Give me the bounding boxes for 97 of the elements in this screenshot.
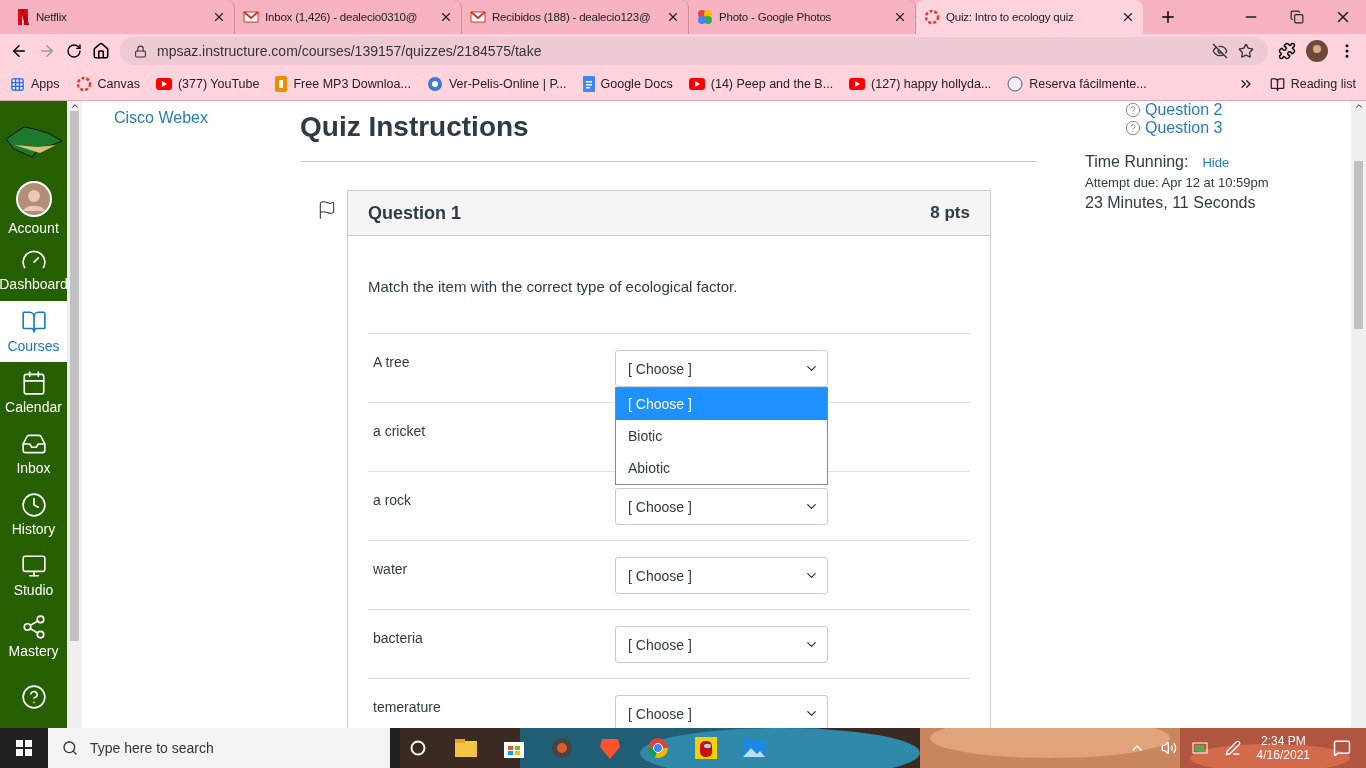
logo-icon [16,9,30,25]
answer-select[interactable]: [ Choose ] [615,350,828,387]
monitor-icon [20,552,47,579]
close-icon[interactable] [1121,10,1135,24]
new-tab-icon[interactable] [1159,8,1177,26]
start-icon[interactable] [16,740,32,756]
browser-icon[interactable] [647,737,669,759]
bookmark[interactable]: Canvas [75,76,140,92]
notifications-icon[interactable] [1333,739,1351,757]
help-icon [20,684,47,711]
match-item: water [372,560,409,579]
avatar-icon [15,181,52,218]
restore-icon[interactable] [1290,10,1304,24]
close-icon[interactable] [666,10,680,24]
match-item: bacteria [372,629,424,648]
match-item: a cricket [372,422,427,441]
bookmark[interactable]: Google Docs [582,76,673,92]
search-icon [62,740,78,756]
due-date: Attempt due: Apr 12 at 10:59pm [1085,175,1270,190]
browser-tab[interactable]: Quiz: Intro to ecology quiz [916,0,1143,34]
nav-item[interactable]: Dashboard [0,239,67,301]
lock-icon [134,44,147,58]
book-icon [20,308,47,335]
play-icon [849,78,866,90]
answer-select[interactable]: [ Choose ] [615,488,828,525]
pen-icon[interactable] [1224,740,1241,756]
ring-icon [924,9,940,25]
bookmark[interactable]: (14) Peep and the B... [688,77,834,91]
question-link[interactable]: Question 2 [1145,101,1223,119]
eye-off-icon[interactable] [1212,43,1228,59]
bookmark[interactable]: Apps [10,76,60,92]
reload-icon[interactable] [66,43,82,59]
bookmark[interactable]: Free MP3 Downloa... [275,76,411,92]
scrollbar-thumb[interactable] [70,111,79,641]
course-link[interactable]: Cisco Webex [114,109,208,126]
ring-icon [75,76,92,92]
folder-icon[interactable] [455,739,477,757]
question-title: Question 1 [368,202,461,224]
answer-select[interactable]: [ Choose ] [615,695,828,728]
nav-item[interactable]: History [0,483,67,545]
volume-icon[interactable] [1160,740,1177,756]
document-icon [582,76,595,92]
square-icon [275,76,288,92]
mail-icon [243,11,259,23]
close-icon[interactable] [893,10,907,24]
timer-label: Time Running: [1085,153,1189,171]
bookmark[interactable]: Reserva fácilmente... [1007,76,1147,92]
battery-icon[interactable] [1191,742,1210,754]
match-item: a rock [372,491,413,510]
scroll-up-icon[interactable] [69,101,80,111]
back-icon[interactable] [10,42,28,60]
avatar-icon[interactable] [1306,40,1328,62]
circle-icon [1007,76,1024,92]
match-item: temerature [372,698,442,717]
question-link[interactable]: Question 3 [1145,119,1223,137]
bookmark[interactable]: Ver-Pelis-Online | P... [426,76,567,92]
nav-item[interactable]: Studio [0,544,67,606]
circle-icon [426,76,443,92]
photos-icon[interactable] [743,739,765,757]
question-status-icon [1125,120,1141,136]
elapsed-time: 23 Minutes, 11 Seconds [1085,194,1257,212]
address-bar[interactable]: mpsaz.instructure.com/courses/139157/quizzes/2184575/take [120,37,1268,65]
disc-icon[interactable] [551,737,573,759]
nav-item[interactable]: Calendar [0,361,67,423]
nav-item[interactable]: Mastery [0,605,67,667]
star-icon[interactable] [1238,43,1254,59]
apps-icon [10,76,25,92]
reading-list-icon [1269,76,1285,92]
page-heading: Quiz Instructions [300,111,1037,162]
extensions-icon[interactable] [1278,42,1296,60]
nav-item[interactable]: Inbox [0,422,67,484]
answer-select[interactable]: [ Choose ] [615,557,828,594]
scroll-up-icon[interactable] [1353,101,1364,111]
play-icon [155,78,172,90]
question-status-icon [1125,102,1141,118]
nav-item[interactable]: Courses [0,300,67,362]
taskbar-search[interactable]: Type here to search [48,728,390,768]
close-icon[interactable] [439,10,453,24]
play-icon [688,78,705,90]
bookmark[interactable]: (377) YouTube [155,77,260,91]
scrollbar-thumb[interactable] [1354,161,1363,329]
answer-select[interactable]: [ Choose ] [615,626,828,663]
flag-icon[interactable] [317,200,337,220]
pinwheel-icon [697,9,713,25]
close-icon[interactable] [212,10,226,24]
home-icon[interactable] [92,42,110,60]
bookmark[interactable]: (127) happy hollyda... [849,77,992,91]
task-view-icon[interactable] [410,740,426,756]
reading-list[interactable]: Reading list [1269,76,1356,92]
clock-icon [20,491,47,518]
question-points: 8 pts [930,203,970,223]
match-item: A tree [372,353,411,372]
question-prompt: Match the item with the correct type of ecological factor. [368,278,739,295]
mail-icon [470,11,486,23]
hide-link[interactable]: Hide [1202,154,1230,170]
nav-item[interactable]: Account [0,178,67,240]
calendar-icon [20,369,47,396]
